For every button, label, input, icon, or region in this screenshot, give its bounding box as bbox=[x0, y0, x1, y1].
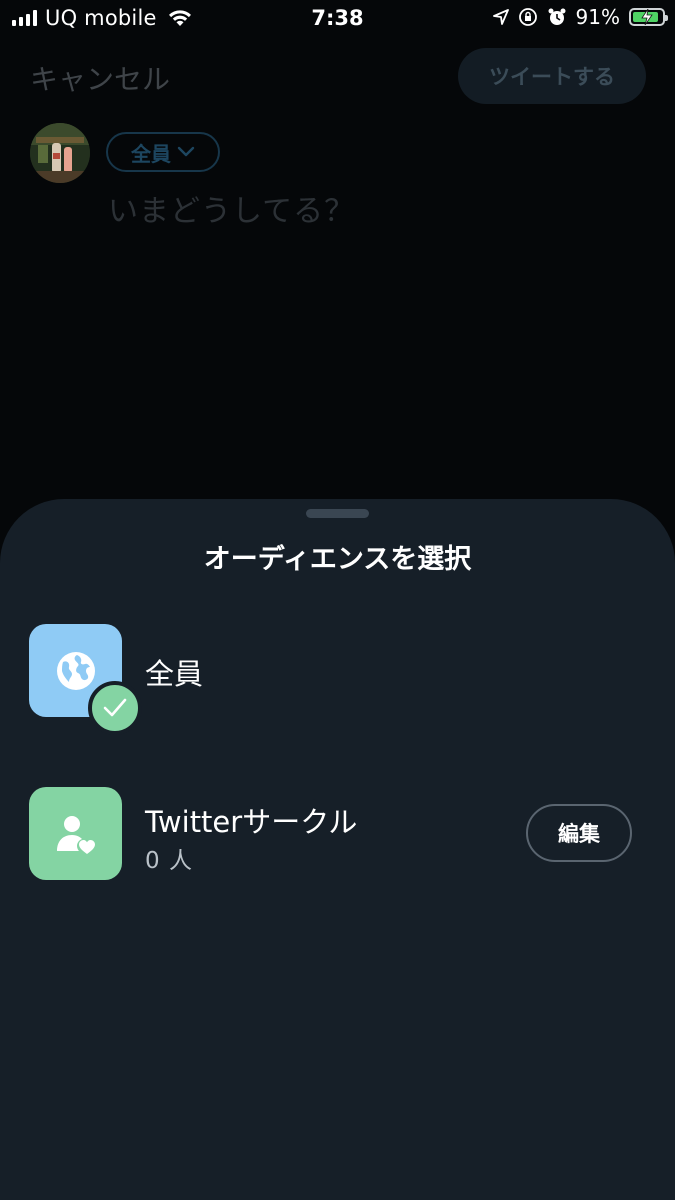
compose-area: キャンセル ツイートする 全員 いまどうしてる？ bbox=[0, 0, 675, 520]
audience-sheet: オーディエンスを選択 全員 Twitterサークル 0 人 編集 bbox=[0, 499, 675, 1200]
avatar[interactable] bbox=[30, 123, 90, 183]
option-icon-tile bbox=[29, 787, 122, 880]
tweet-button[interactable]: ツイートする bbox=[458, 48, 646, 104]
audience-option-twitter-circle[interactable]: Twitterサークル 0 人 編集 bbox=[0, 787, 675, 883]
member-count: 0 人 bbox=[145, 848, 193, 874]
chevron-down-icon bbox=[177, 146, 195, 157]
globe-icon bbox=[57, 652, 95, 690]
avatar-image bbox=[30, 123, 90, 183]
person-heart-icon bbox=[57, 816, 95, 854]
tweet-text-input[interactable]: いまどうしてる？ bbox=[108, 186, 355, 230]
checkmark-icon bbox=[103, 698, 127, 717]
sheet-title: オーディエンスを選択 bbox=[203, 544, 472, 575]
compose-screen: UQ mobile 7:38 91% キャンセル ツイートする 全員 いまどうし… bbox=[0, 0, 675, 1200]
edit-circle-button[interactable]: 編集 bbox=[526, 804, 632, 862]
audience-pill-label: 全員 bbox=[131, 141, 171, 166]
option-label: Twitterサークル bbox=[145, 805, 358, 839]
audience-option-everyone[interactable]: 全員 bbox=[0, 624, 675, 735]
audience-pill[interactable]: 全員 bbox=[106, 132, 220, 172]
option-label: 全員 bbox=[145, 657, 204, 691]
cancel-button[interactable]: キャンセル bbox=[30, 58, 170, 98]
selected-check-badge bbox=[88, 681, 142, 735]
sheet-drag-handle[interactable] bbox=[306, 509, 369, 518]
